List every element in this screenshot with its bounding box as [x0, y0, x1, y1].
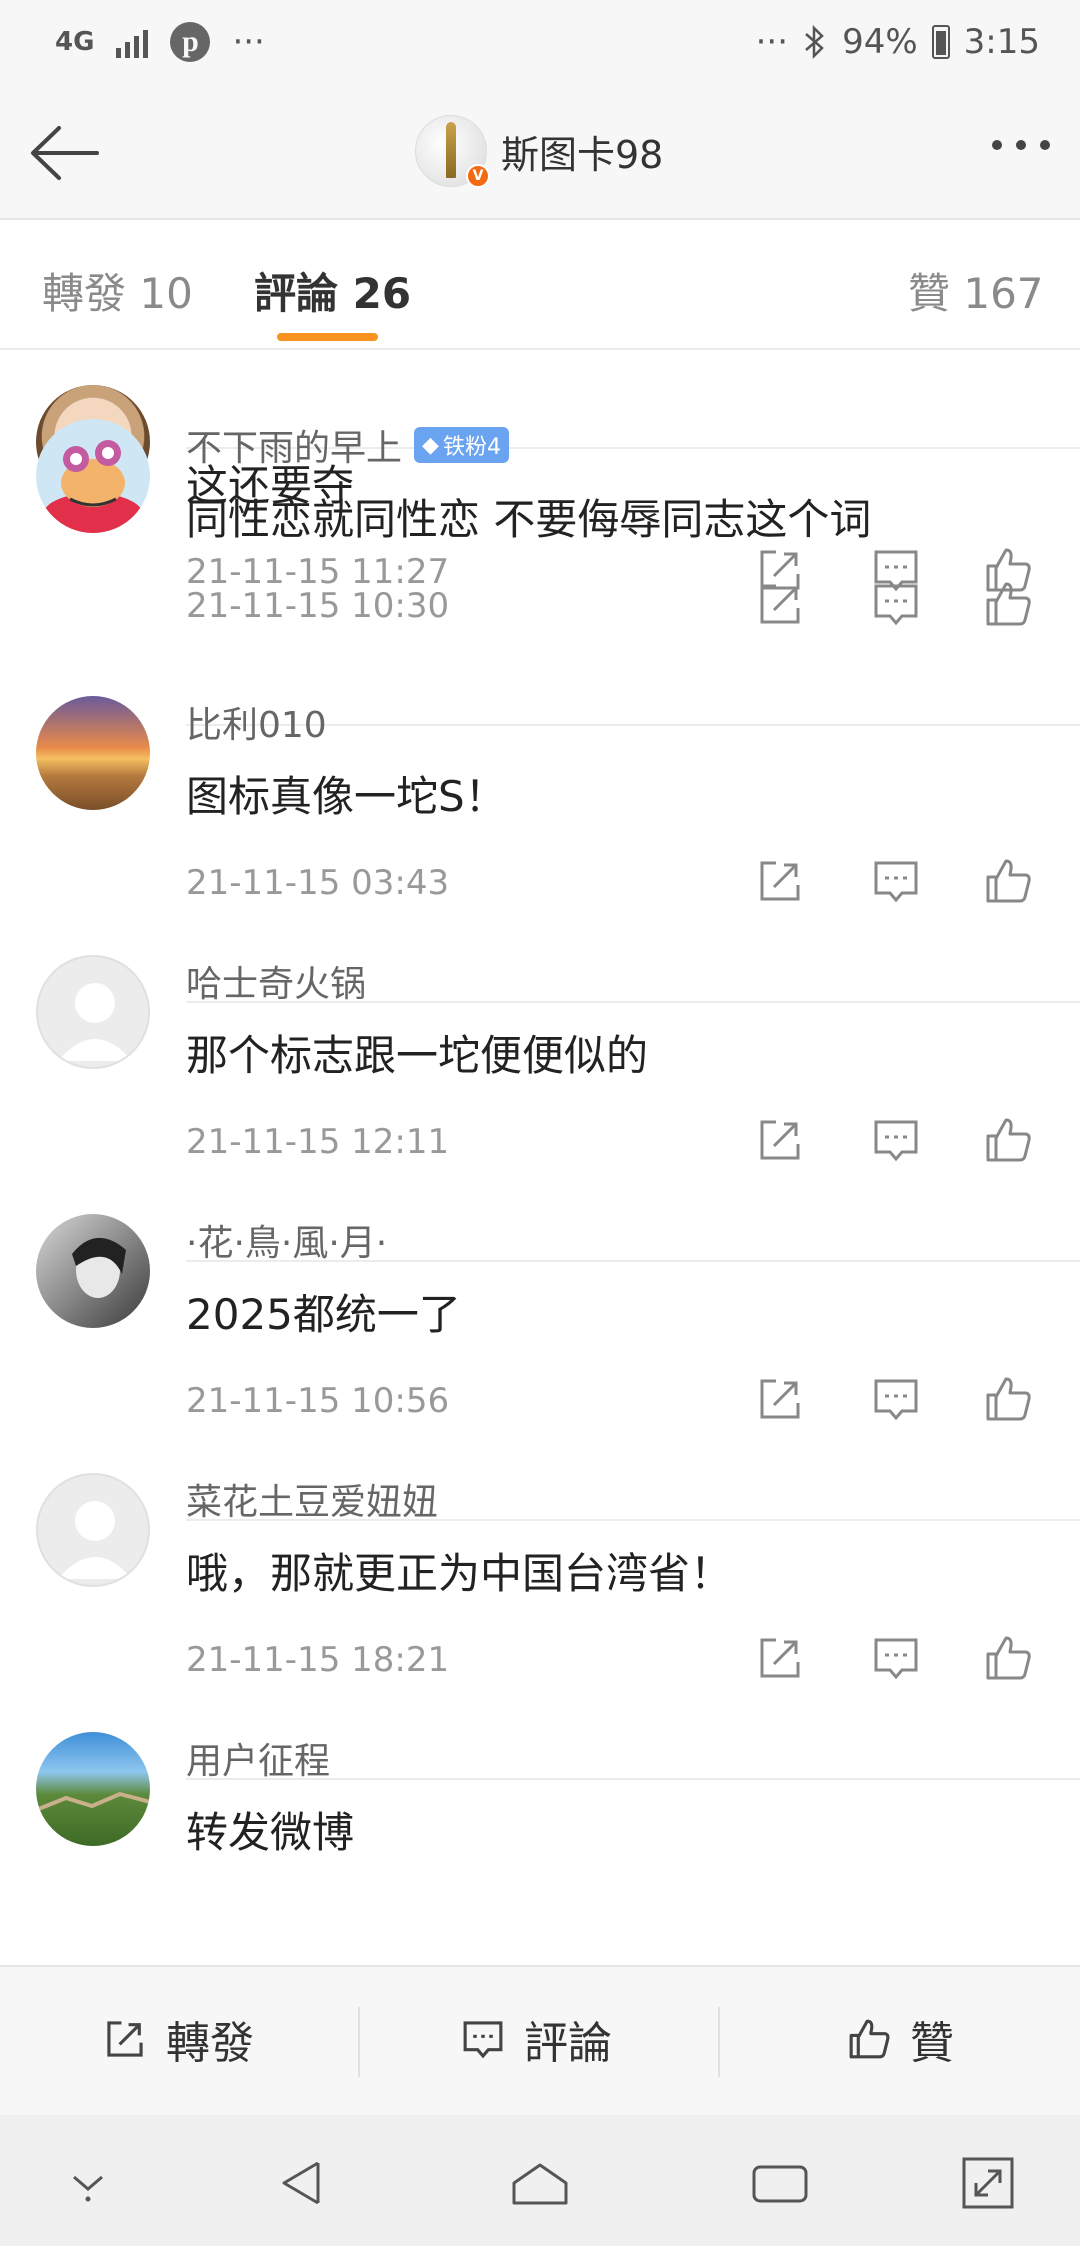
comment-label: 評論: [524, 2018, 612, 2069]
comment-time: 21-11-15 10:30: [186, 586, 450, 626]
commenter-name[interactable]: 用户征程: [186, 1732, 330, 1784]
comment-time: 21-11-15 03:43: [186, 863, 450, 903]
like-icon[interactable]: [980, 1371, 1036, 1427]
repost-icon[interactable]: [752, 1371, 808, 1427]
comment-button[interactable]: 評論: [458, 2007, 612, 2071]
repost-button[interactable]: 轉發: [100, 2007, 254, 2071]
battery-icon: [931, 25, 950, 59]
commenter-avatar[interactable]: [36, 955, 150, 1069]
comment-icon[interactable]: [868, 853, 924, 909]
network-type: 4G: [55, 27, 95, 57]
tab-repost[interactable]: 轉發 10: [42, 260, 193, 321]
fan-badge-label: 铁粉4: [442, 435, 501, 460]
tab-comments[interactable]: 評論 26: [254, 260, 411, 321]
commenter-name[interactable]: 比利010: [186, 696, 327, 748]
comment-text: 那个标志跟一坨便便似的: [186, 1031, 649, 1080]
bluetooth-icon: [805, 24, 824, 60]
system-nav-bar: [0, 2115, 1080, 2246]
like-icon[interactable]: [980, 1112, 1036, 1168]
notification-overflow: ···: [232, 22, 265, 62]
commenter-avatar[interactable]: [36, 696, 150, 810]
author-info[interactable]: V 斯图卡98: [415, 115, 663, 188]
commenter-avatar[interactable]: [36, 1473, 150, 1587]
commenter-name[interactable]: 哈士奇火锅: [186, 955, 366, 1007]
verified-badge: V: [466, 164, 490, 188]
nav-back-icon[interactable]: [272, 2153, 332, 2213]
battery-percent: 94%: [842, 22, 918, 62]
comment-text: 哦，那就更正为中国台湾省！: [186, 1549, 733, 1598]
commenter-name[interactable]: 不下雨的早上 ◆ 铁粉4: [186, 419, 509, 471]
signal-icon: [116, 26, 149, 58]
hide-keyboard-icon[interactable]: [58, 2153, 118, 2213]
nav-home-icon[interactable]: [510, 2153, 570, 2213]
like-icon: [849, 2019, 890, 2059]
clock: 3:15: [963, 22, 1040, 62]
diamond-icon: ◆: [422, 432, 439, 458]
fan-badge: ◆ 铁粉4: [414, 427, 509, 463]
comment-item: 不下雨的早上 ◆ 铁粉4 同性恋就同性恋 不要侮辱同志这个词 21-11-15 1…: [0, 419, 1080, 726]
comment-text: 转发微博: [186, 1808, 355, 1857]
commenter-name-text[interactable]: 哈士奇火锅: [186, 955, 366, 1007]
comment-item: 菜花土豆爱妞妞 哦，那就更正为中国台湾省！ 21-11-15 18:21: [0, 1473, 1080, 1780]
like-icon[interactable]: [980, 1630, 1036, 1686]
comment-item: 比利010 图标真像一坨S！ 21-11-15 03:43: [0, 696, 1080, 1003]
pinterest-icon: p: [170, 22, 211, 62]
comment-text: 同性恋就同性恋 不要侮辱同志这个词: [186, 495, 872, 544]
divider: [718, 2007, 720, 2077]
comment-icon[interactable]: [868, 1112, 924, 1168]
like-button[interactable]: 贊: [844, 2007, 954, 2071]
comment-item: 用户征程 转发微博: [0, 1732, 1080, 1965]
commenter-name-text[interactable]: ·花·鳥·風·月·: [186, 1214, 387, 1266]
like-icon[interactable]: [980, 853, 1036, 909]
back-arrow-icon: [31, 126, 99, 180]
commenter-avatar[interactable]: [36, 1732, 150, 1846]
commenter-name[interactable]: ·花·鳥·風·月·: [186, 1214, 387, 1266]
repost-icon[interactable]: [752, 576, 808, 632]
comment-text: 图标真像一坨S！: [186, 772, 507, 821]
nav-recents-icon[interactable]: [750, 2153, 810, 2213]
commenter-avatar[interactable]: [36, 1214, 150, 1328]
comment-icon[interactable]: [868, 1630, 924, 1686]
more-button[interactable]: [992, 140, 1050, 150]
repost-icon[interactable]: [752, 853, 808, 909]
bottom-toolbar: 轉發 評論 贊: [0, 1965, 1080, 2115]
header: V 斯图卡98: [0, 90, 1080, 220]
comment-item: 这还要夺 21-11-15 11:27: [0, 350, 1080, 592]
comment-icon[interactable]: [868, 1371, 924, 1427]
repost-icon: [107, 2021, 143, 2057]
commenter-name-text[interactable]: 用户征程: [186, 1732, 330, 1784]
comment-time: 21-11-15 10:56: [186, 1381, 450, 1421]
comment-icon[interactable]: [868, 576, 924, 632]
author-name[interactable]: 斯图卡98: [501, 124, 663, 179]
status-overflow: ···: [755, 22, 789, 62]
commenter-name-text[interactable]: 比利010: [186, 696, 327, 748]
repost-label: 轉發: [166, 2018, 254, 2069]
status-bar: 4G p ··· ··· 94% 3:15: [0, 0, 1080, 90]
comment-time: 21-11-15 12:11: [186, 1122, 450, 1162]
comment-icon: [463, 2021, 503, 2059]
commenter-name-text[interactable]: 菜花土豆爱妞妞: [186, 1473, 438, 1525]
commenter-avatar[interactable]: [36, 419, 150, 533]
comment-text: 2025都统一了: [186, 1290, 461, 1339]
commenter-name[interactable]: 菜花土豆爱妞妞: [186, 1473, 438, 1525]
comment-time: 21-11-15 18:21: [186, 1640, 450, 1680]
expand-icon[interactable]: [958, 2153, 1018, 2213]
comment-item: 哈士奇火锅 那个标志跟一坨便便似的 21-11-15 12:11: [0, 955, 1080, 1262]
author-avatar[interactable]: V: [415, 115, 490, 188]
like-label: 贊: [910, 2018, 954, 2069]
active-tab-indicator: [277, 333, 378, 341]
tab-likes[interactable]: 贊 167: [908, 260, 1044, 321]
commenter-name-text[interactable]: 不下雨的早上: [186, 419, 402, 471]
like-icon[interactable]: [980, 576, 1036, 632]
comment-list: 这还要夺 21-11-15 11:27 不下雨的早上 ◆ 铁粉4 同性恋就同性恋 …: [0, 350, 1080, 1965]
back-button[interactable]: [25, 118, 105, 188]
comment-item: ·花·鳥·風·月· 2025都统一了 21-11-15 10:56: [0, 1214, 1080, 1521]
tab-bar: 轉發 10 評論 26 贊 167: [0, 220, 1080, 350]
repost-icon[interactable]: [752, 1630, 808, 1686]
divider: [358, 2007, 360, 2077]
repost-icon[interactable]: [752, 1112, 808, 1168]
